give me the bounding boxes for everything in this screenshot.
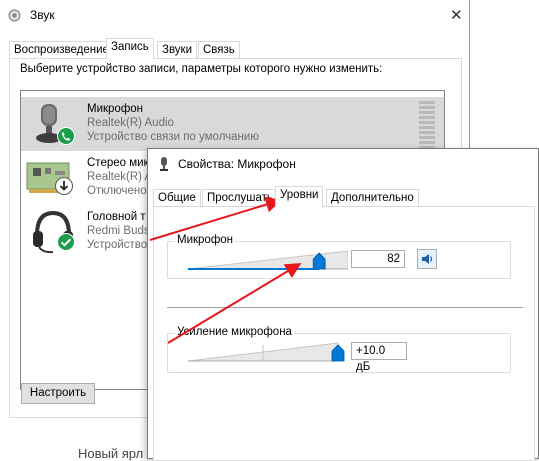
- tab-levels[interactable]: Уровни: [275, 186, 324, 208]
- annotation-arrows: [149, 196, 302, 344]
- arrow-to-levels-tab: [149, 196, 282, 241]
- tab-recording[interactable]: Запись: [106, 38, 154, 59]
- arrow-to-level-slider: [167, 262, 302, 344]
